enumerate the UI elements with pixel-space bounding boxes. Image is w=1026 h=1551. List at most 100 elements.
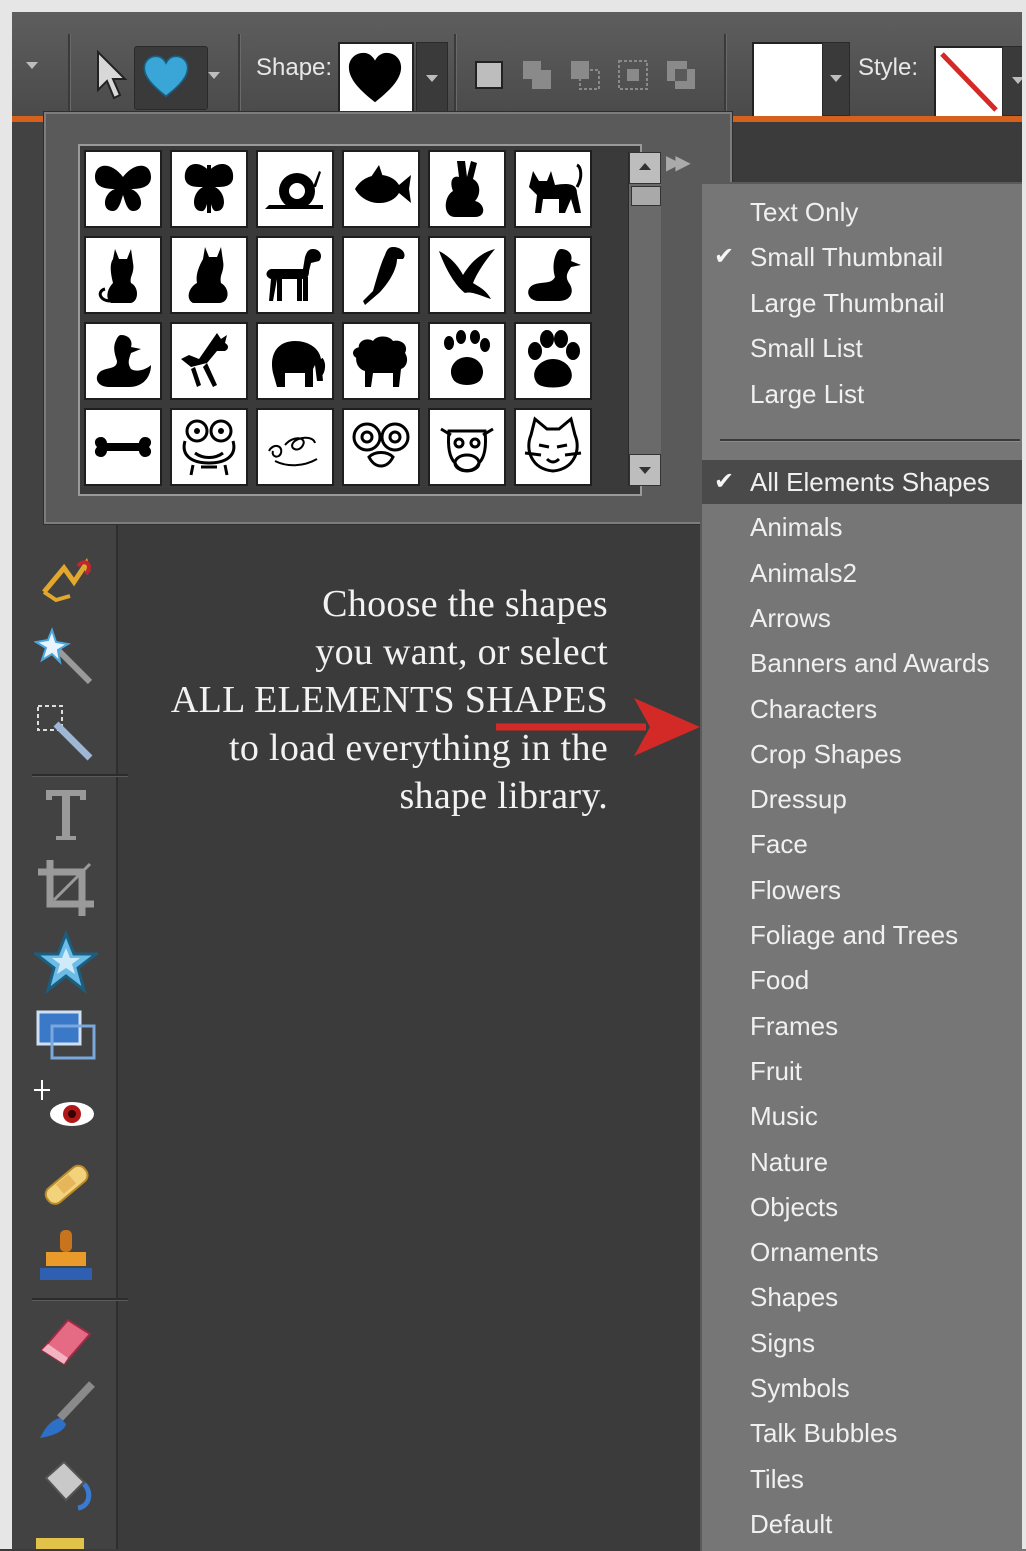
shape-thumbnail-paw-print[interactable] xyxy=(514,322,592,400)
menu-item-nature[interactable]: Nature xyxy=(702,1140,1026,1184)
menu-item-crop-shapes[interactable]: Crop Shapes xyxy=(702,732,1026,776)
magic-wand-tool-icon[interactable] xyxy=(34,626,98,690)
shape-thumbnail-snail[interactable] xyxy=(256,150,334,228)
butterfly-icon xyxy=(95,165,151,211)
menu-item-frames[interactable]: Frames xyxy=(702,1004,1026,1048)
heart-shape-icon xyxy=(348,52,402,103)
menu-item-flowers[interactable]: Flowers xyxy=(702,868,1026,912)
shape-picker-dropdown[interactable] xyxy=(416,42,448,116)
shape-thumbnail-deer[interactable] xyxy=(170,322,248,400)
tool-preset-dropdown-icon[interactable] xyxy=(26,62,38,69)
menu-item-tiles[interactable]: Tiles xyxy=(702,1457,1026,1501)
menu-item-label: Shapes xyxy=(750,1282,839,1313)
shape-thumbnail-bone[interactable] xyxy=(84,408,162,486)
shape-thumbnail-rabbit[interactable] xyxy=(428,150,506,228)
menu-item-text-only[interactable]: Text Only xyxy=(702,190,1026,234)
red-eye-removal-tool-icon[interactable] xyxy=(34,1078,98,1142)
menu-item-arrows[interactable]: Arrows xyxy=(702,596,1026,640)
squiggle-icon xyxy=(268,436,318,467)
shape-thumbnail-dog[interactable] xyxy=(256,236,334,314)
shape-thumbnail-cat-sitting-2[interactable] xyxy=(170,236,248,314)
menu-separator xyxy=(720,439,1020,442)
menu-item-animals2[interactable]: Animals2 xyxy=(702,551,1026,595)
crop-tool-icon[interactable] xyxy=(34,856,98,920)
menu-item-symbols[interactable]: Symbols xyxy=(702,1366,1026,1410)
dog-icon xyxy=(266,249,321,301)
menu-item-characters[interactable]: Characters xyxy=(702,687,1026,731)
shape-thumbnail-frog-face[interactable] xyxy=(170,408,248,486)
exclude-overlapping-shape-areas-icon[interactable] xyxy=(664,58,698,92)
panel-menu-icon[interactable]: ▶▶ xyxy=(666,150,691,174)
paint-bucket-tool-icon[interactable] xyxy=(34,1454,98,1518)
menu-item-animals[interactable]: Animals xyxy=(702,505,1026,549)
scroll-thumb[interactable] xyxy=(631,186,661,206)
shape-thumbnail-squiggle[interactable] xyxy=(256,408,334,486)
shape-picker-swatch[interactable] xyxy=(338,42,414,118)
shape-thumbnail-cat-standing[interactable] xyxy=(514,150,592,228)
shape-thumbnail-sheep[interactable] xyxy=(342,322,420,400)
frog-face-icon xyxy=(182,419,236,476)
clone-stamp-tool-icon[interactable] xyxy=(34,1226,98,1290)
recompose-tool-icon[interactable] xyxy=(34,1004,98,1068)
add-to-shape-area-icon[interactable] xyxy=(520,58,554,92)
menu-item-dressup[interactable]: Dressup xyxy=(702,777,1026,821)
brush-tool-icon[interactable] xyxy=(34,1380,98,1444)
menu-item-food[interactable]: Food xyxy=(702,958,1026,1002)
menu-item-shapes[interactable]: Shapes xyxy=(702,1275,1026,1319)
menu-item-banners-and-awards[interactable]: Banners and Awards xyxy=(702,641,1026,685)
shape-thumbnail-fish[interactable] xyxy=(342,150,420,228)
shape-thumbnail-glasses-face[interactable] xyxy=(342,408,420,486)
lasso-tool-icon[interactable] xyxy=(34,552,98,616)
shape-tool-dropdown-icon[interactable] xyxy=(208,72,220,79)
gradient-tool-icon[interactable] xyxy=(36,1538,84,1549)
shape-thumbnail-elephant[interactable] xyxy=(256,322,334,400)
menu-item-label: Default xyxy=(750,1508,833,1539)
new-shape-layer-icon[interactable] xyxy=(472,58,506,92)
type-tool-icon[interactable] xyxy=(34,782,98,846)
shape-grid-scrollbar[interactable] xyxy=(628,152,661,486)
shape-thumbnail-parrot[interactable] xyxy=(342,236,420,314)
shape-thumbnail-duck[interactable] xyxy=(514,236,592,314)
menu-item-large-list[interactable]: Large List xyxy=(702,372,1026,416)
style-picker-swatch[interactable] xyxy=(934,46,1004,118)
eraser-tool-icon[interactable] xyxy=(34,1306,98,1370)
menu-item-face[interactable]: Face xyxy=(702,822,1026,866)
quick-selection-tool-icon[interactable] xyxy=(34,700,98,764)
subtract-from-shape-area-icon[interactable] xyxy=(568,58,602,92)
scroll-up-button[interactable] xyxy=(629,152,661,184)
scroll-down-button[interactable] xyxy=(629,454,661,486)
shape-color-dropdown[interactable] xyxy=(822,42,850,116)
menu-item-objects[interactable]: Objects xyxy=(702,1185,1026,1229)
menu-item-default[interactable]: Default xyxy=(702,1502,1026,1546)
cat-sitting-icon xyxy=(98,249,137,303)
shape-thumbnail-paw-prints[interactable] xyxy=(428,322,506,400)
shape-thumbnail-cow-face[interactable] xyxy=(428,408,506,486)
menu-item-ornaments[interactable]: Ornaments xyxy=(702,1230,1026,1274)
custom-shape-tool-button[interactable] xyxy=(134,46,208,110)
healing-brush-tool-icon[interactable] xyxy=(34,1152,98,1216)
shape-thumbnail-bird-flying[interactable] xyxy=(428,236,506,314)
menu-item-fruit[interactable]: Fruit xyxy=(702,1049,1026,1093)
menu-item-large-thumbnail[interactable]: Large Thumbnail xyxy=(702,281,1026,325)
menu-item-label: Text Only xyxy=(750,197,859,227)
shape-color-swatch[interactable] xyxy=(752,42,824,118)
butterfly-2-icon xyxy=(184,164,234,213)
move-tool-icon[interactable] xyxy=(90,48,130,104)
menu-item-signs[interactable]: Signs xyxy=(702,1321,1026,1365)
menu-item-all-elements-shapes[interactable]: ✔ All Elements Shapes xyxy=(702,460,1026,504)
shape-thumbnail-cat-face[interactable] xyxy=(514,408,592,486)
menu-item-small-thumbnail[interactable]: ✔ Small Thumbnail xyxy=(702,235,1026,279)
shape-thumbnail-butterfly-2[interactable] xyxy=(170,150,248,228)
shape-thumbnail-cat-sitting[interactable] xyxy=(84,236,162,314)
menu-item-music[interactable]: Music xyxy=(702,1094,1026,1138)
shape-thumbnail-duck-2[interactable] xyxy=(84,322,162,400)
shape-thumbnail-butterfly[interactable] xyxy=(84,150,162,228)
annotation-line: Choose the shapes xyxy=(322,583,608,625)
menu-item-talk-bubbles[interactable]: Talk Bubbles xyxy=(702,1411,1026,1455)
menu-item-label: Fruit xyxy=(750,1055,802,1086)
menu-item-small-list[interactable]: Small List xyxy=(702,326,1026,370)
custom-shape-tool-icon[interactable] xyxy=(34,930,98,994)
bone-icon xyxy=(94,437,152,457)
intersect-shape-areas-icon[interactable] xyxy=(616,58,650,92)
menu-item-foliage-and-trees[interactable]: Foliage and Trees xyxy=(702,913,1026,957)
